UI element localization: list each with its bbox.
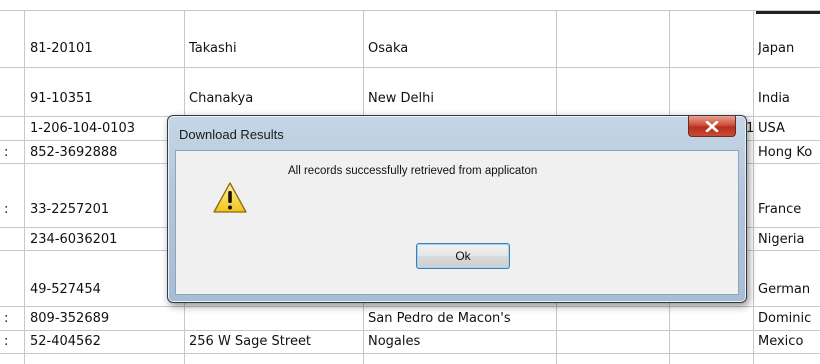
table-cell-extra[interactable]: 1 <box>746 121 754 137</box>
table-cell-country[interactable]: German <box>758 282 810 298</box>
table-cell-country[interactable]: Dominic <box>758 311 811 327</box>
dialog-title: Download Results <box>179 127 284 142</box>
table-cell-country[interactable]: USA <box>758 121 785 137</box>
table-cell-name[interactable]: Chanakya <box>189 91 253 107</box>
grid-line <box>753 10 754 364</box>
ok-button[interactable]: Ok <box>416 243 510 269</box>
warning-icon <box>212 181 248 214</box>
table-cell-country[interactable]: Japan <box>758 41 794 57</box>
table-cell-country[interactable]: India <box>758 91 790 107</box>
table-cell-phone[interactable]: 81-20101 <box>30 41 93 57</box>
ok-button-label: Ok <box>455 249 471 263</box>
table-cell-city[interactable]: Nogales <box>368 334 420 350</box>
table-cell-phone[interactable]: 52-404562 <box>30 334 101 350</box>
table-cell-prefix[interactable]: : <box>4 145 8 161</box>
table-cell-country[interactable]: France <box>758 202 801 218</box>
close-button[interactable] <box>688 116 736 137</box>
table-cell-country[interactable]: Mexico <box>758 334 803 350</box>
close-icon <box>705 120 719 132</box>
table-cell-phone[interactable]: 809-352689 <box>30 311 109 327</box>
grid-line <box>0 306 820 307</box>
table-cell-country[interactable]: Nigeria <box>758 232 805 248</box>
grid-line <box>0 353 820 354</box>
table-cell-city[interactable]: San Pedro de Macon's <box>368 311 511 327</box>
table-cell-name[interactable]: Takashi <box>189 41 237 57</box>
table-cell-city[interactable]: Osaka <box>368 41 408 57</box>
grid-line <box>24 10 25 364</box>
table-cell-phone[interactable]: 91-10351 <box>30 91 93 107</box>
download-results-dialog: Download Results All records successfull… <box>167 115 747 303</box>
cell-border-marker <box>756 11 820 14</box>
dialog-message: All records successfully retrieved from … <box>288 165 538 177</box>
table-cell-phone[interactable]: 852-3692888 <box>30 145 117 161</box>
table-cell-phone[interactable]: 49-527454 <box>30 282 101 298</box>
dialog-body: All records successfully retrieved from … <box>175 150 739 295</box>
table-cell-city[interactable]: New Delhi <box>368 91 434 107</box>
grid-line <box>0 330 820 331</box>
table-cell-phone[interactable]: 1-206-104-0103 <box>30 121 135 137</box>
table-cell-prefix[interactable]: : <box>4 334 8 350</box>
table-cell-prefix[interactable]: : <box>4 311 8 327</box>
table-cell-country[interactable]: Hong Ko <box>758 145 812 161</box>
grid-line <box>0 10 820 11</box>
table-cell-name[interactable]: 256 W Sage Street <box>189 334 311 350</box>
grid-line <box>0 67 820 68</box>
table-cell-phone[interactable]: 234-6036201 <box>30 232 117 248</box>
table-cell-phone[interactable]: 33-2257201 <box>30 202 109 218</box>
table-cell-prefix[interactable]: : <box>4 202 8 218</box>
